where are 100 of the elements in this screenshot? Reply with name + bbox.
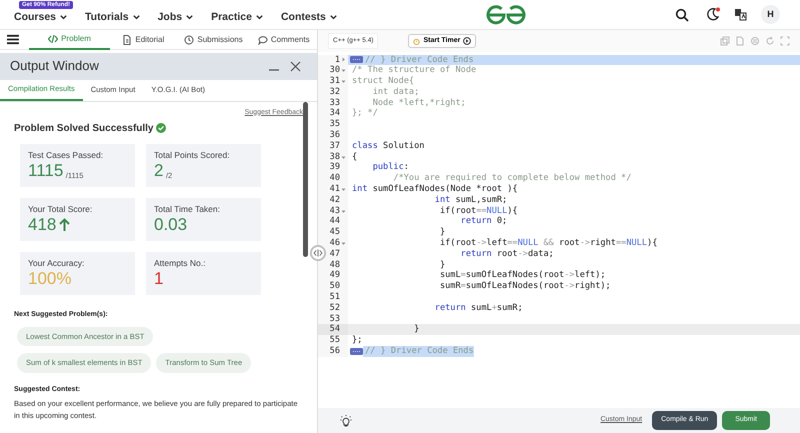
- file-icon[interactable]: [735, 36, 745, 46]
- line-number: 54: [330, 324, 340, 336]
- document-icon: [122, 34, 132, 44]
- chevron-down-icon: [59, 13, 68, 22]
- stat-label: Your Total Score:: [28, 202, 94, 216]
- line-number: 47: [330, 248, 340, 260]
- code-line: Node *left,*right;: [372, 98, 466, 108]
- code-line: /*You are required to complete below method */: [392, 173, 632, 184]
- code-line: class Solution: [351, 140, 424, 152]
- search-icon[interactable]: [675, 8, 689, 22]
- line-number: 34: [330, 108, 340, 120]
- logo-icon[interactable]: [485, 4, 528, 26]
- code-line: int sumOfLeafNodes(Node *root ){: [351, 184, 518, 195]
- line-number: 40: [330, 173, 340, 184]
- code-line: return sumL+sumR;: [434, 302, 523, 314]
- nav-menu-item[interactable]: Tutorials: [85, 10, 141, 26]
- stat-value: 2: [154, 161, 164, 182]
- fold-arrow-icon[interactable]: [341, 154, 346, 160]
- scrollbar[interactable]: [303, 102, 308, 256]
- avatar[interactable]: H: [761, 5, 780, 24]
- copy-icon[interactable]: [720, 36, 730, 46]
- problem-tab[interactable]: Editorial: [110, 30, 177, 50]
- clock-icon: [184, 34, 194, 44]
- moon-icon[interactable]: [705, 7, 720, 22]
- line-number: 46: [330, 238, 340, 249]
- translate-icon[interactable]: [734, 8, 747, 21]
- play-circle-icon: [463, 37, 472, 45]
- fold-marker-icon[interactable]: [350, 348, 363, 355]
- fold-arrow-icon[interactable]: [341, 240, 346, 246]
- panel-resize-handle[interactable]: [310, 245, 326, 261]
- stat-value: 100%: [28, 269, 72, 290]
- line-number: 31: [330, 76, 340, 87]
- line-number: 48: [330, 260, 340, 270]
- line-number: 36: [330, 130, 340, 141]
- line-number: 38: [330, 152, 340, 162]
- stat-value: 1: [154, 269, 164, 290]
- fullscreen-icon[interactable]: [780, 36, 790, 46]
- line-number: 39: [330, 162, 340, 174]
- code-line: if(root==NULL){: [438, 206, 518, 216]
- code-line: }: [413, 324, 420, 336]
- stat-label: Your Accuracy:: [28, 256, 86, 270]
- settings-icon[interactable]: [750, 36, 760, 46]
- code-line: };: [351, 335, 362, 346]
- fold-arrow-icon[interactable]: [341, 186, 346, 192]
- nav-menu-item[interactable]: Practice: [211, 10, 264, 26]
- chevron-down-icon: [185, 13, 194, 22]
- problem-tab[interactable]: Comments: [250, 30, 318, 50]
- close-icon[interactable]: [290, 60, 301, 72]
- chevron-down-icon: [132, 13, 141, 22]
- speech-bubble-icon: [258, 34, 268, 44]
- code-line: int data;: [372, 86, 420, 98]
- stat-value: 0.03: [154, 215, 188, 236]
- line-number: 52: [330, 302, 340, 314]
- code-line: public:: [372, 162, 409, 174]
- problem-tab[interactable]: Problem: [28, 30, 110, 50]
- line-number: 45: [330, 227, 340, 238]
- lightbulb-icon[interactable]: [340, 414, 352, 426]
- line-number: 50: [330, 281, 340, 292]
- code-line: }: [438, 227, 446, 238]
- fold-arrow-icon[interactable]: [341, 208, 346, 214]
- line-number: 35: [330, 119, 340, 130]
- code-line: int sumL,sumR;: [434, 194, 508, 206]
- stat-value: 418: [28, 215, 56, 236]
- fold-marker-icon[interactable]: [350, 56, 363, 64]
- line-number: 56: [330, 346, 340, 357]
- line-number: 37: [330, 140, 340, 152]
- status-message: Problem Solved Successfully: [14, 122, 154, 136]
- code-line: }: [438, 260, 446, 270]
- stat-value: 1115: [28, 161, 64, 182]
- code-line: {: [351, 152, 358, 162]
- fold-arrow-icon[interactable]: [341, 68, 346, 74]
- nav-menu-item[interactable]: Contests: [280, 10, 338, 26]
- line-number: 30: [330, 65, 340, 76]
- code-line: sumL=sumOfLeafNodes(root->left);: [438, 270, 606, 282]
- line-number: 49: [330, 270, 340, 282]
- nav-menu-item[interactable]: Jobs: [158, 10, 194, 26]
- code-line: return 0;: [460, 216, 508, 228]
- fold-arrow-icon[interactable]: [341, 57, 346, 62]
- code-line: return root->data;: [460, 248, 554, 260]
- nav-menu-item[interactable]: Courses: [14, 10, 68, 26]
- line-number: 55: [330, 335, 340, 346]
- stat-label: Test Cases Passed:: [28, 148, 104, 162]
- window-title: Output Window: [10, 57, 99, 76]
- code-line: }; */: [351, 108, 378, 120]
- code-line: sumR=sumOfLeafNodes(root->right);: [438, 281, 611, 292]
- line-number: 44: [330, 216, 340, 228]
- code-line: /* The structure of Node: [351, 65, 476, 76]
- line-number: 32: [330, 86, 340, 98]
- stat-label: Total Time Taken:: [154, 202, 221, 216]
- problem-tab[interactable]: Submissions: [176, 30, 250, 50]
- reload-icon[interactable]: [765, 36, 775, 46]
- line-number: 43: [330, 206, 340, 216]
- menu-icon[interactable]: [7, 34, 19, 45]
- code-line: struct Node{: [351, 76, 414, 87]
- chevron-down-icon: [254, 13, 264, 22]
- fold-arrow-icon[interactable]: [341, 78, 346, 84]
- stat-label: Attempts No.:: [154, 256, 206, 270]
- code-line: if(root->left==NULL && root->right==NULL){: [438, 238, 658, 249]
- line-number: 33: [330, 98, 340, 108]
- stat-label: Total Points Scored:: [154, 148, 231, 162]
